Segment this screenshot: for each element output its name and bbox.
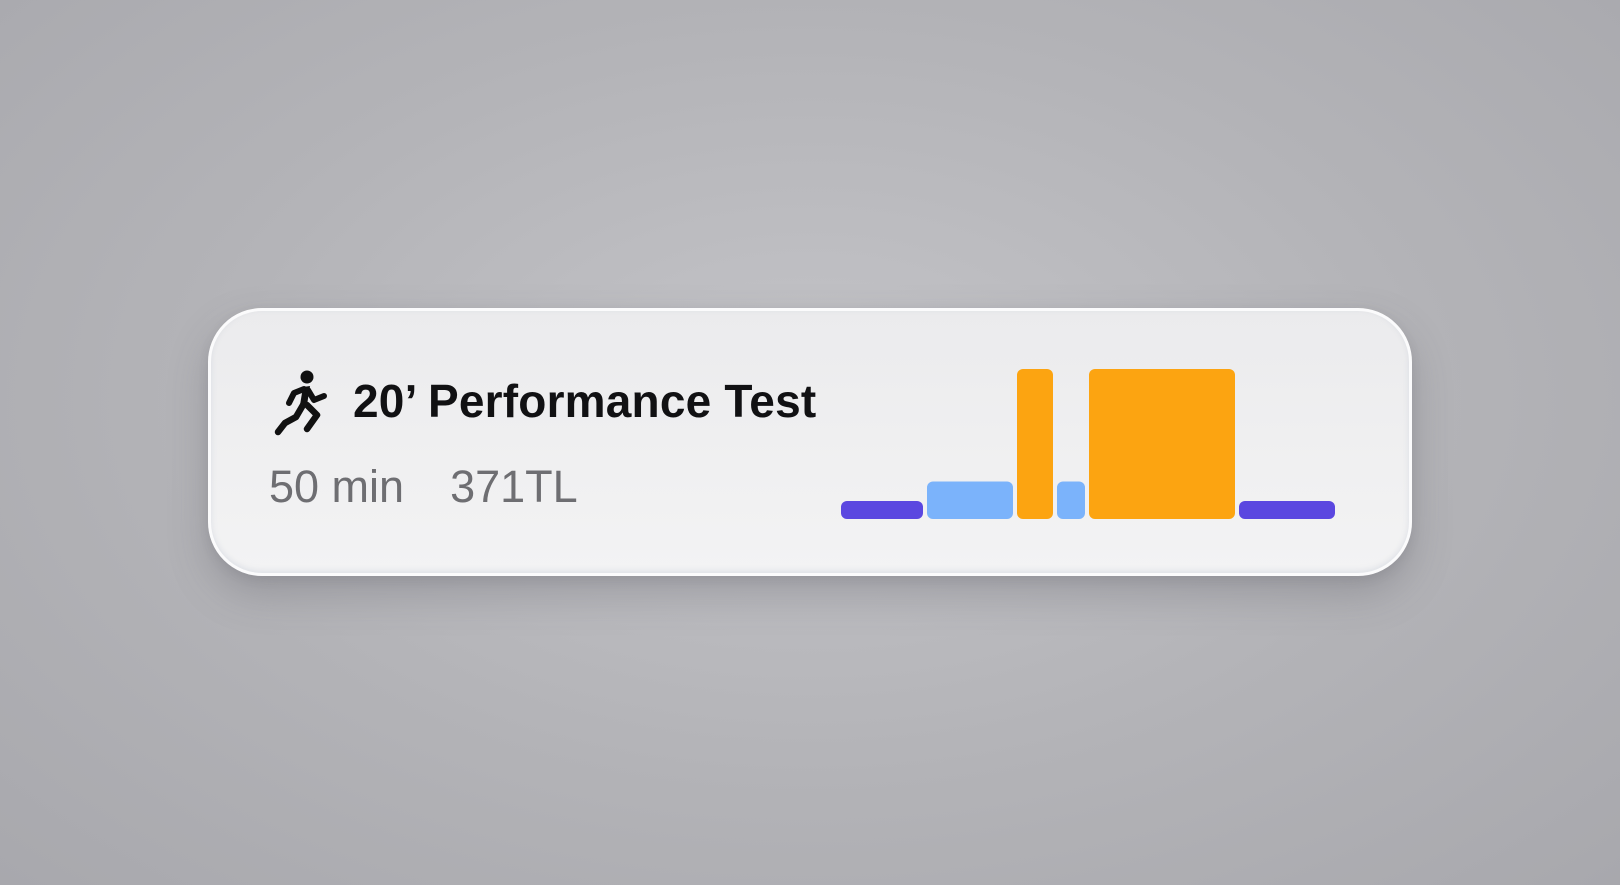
interval-bar-3	[1017, 369, 1053, 519]
interval-bar-6	[1239, 501, 1335, 519]
workout-stats: 50 min 371TL	[269, 461, 578, 513]
interval-bar-1	[841, 501, 923, 519]
interval-bar-5	[1089, 369, 1235, 519]
workout-card[interactable]: 20’ Performance Test 50 min 371TL	[208, 308, 1412, 576]
running-figure-icon	[274, 370, 327, 436]
interval-bar-2	[927, 481, 1013, 519]
workout-intensity-chart	[841, 369, 1335, 519]
workout-title: 20’ Performance Test	[353, 375, 817, 427]
workout-training-load: 371TL	[450, 461, 578, 512]
interval-bar-4	[1057, 481, 1085, 519]
workout-duration: 50 min	[269, 461, 405, 512]
